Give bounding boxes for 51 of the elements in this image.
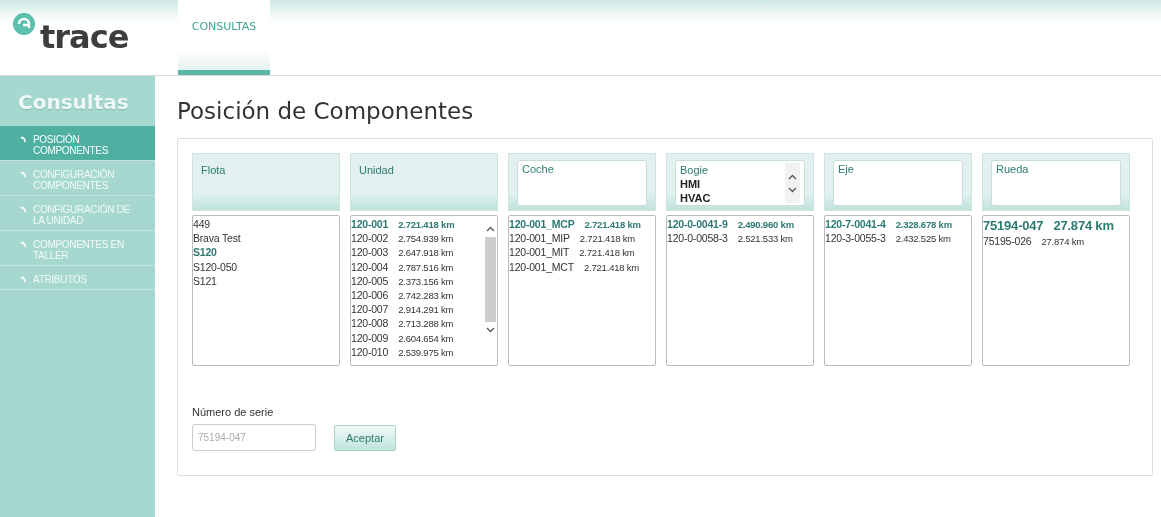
list-item[interactable]: 120-001_MIP 2.721.418 km — [509, 232, 655, 247]
list-item[interactable]: 120-001_MCT 2.721.418 km — [509, 260, 655, 275]
list-item[interactable]: S120-050 — [193, 260, 339, 275]
filter-box[interactable]: Eje — [833, 160, 963, 206]
list-item[interactable]: S121 — [193, 274, 339, 289]
list-item[interactable]: 120-7-0041-4 2.328.678 km — [825, 218, 971, 233]
list-item[interactable]: 120-3-0055-3 2.432.525 km — [825, 232, 971, 247]
scrollbar-thumb[interactable] — [484, 237, 496, 322]
list-item[interactable]: 75194-047 27.874 km — [983, 218, 1129, 235]
field-label: Número de serie — [192, 406, 275, 418]
list-item[interactable]: 120-001 2.721.418 km — [351, 218, 483, 233]
panel-label: Bogie — [680, 163, 710, 177]
hook-icon — [20, 276, 27, 283]
serial-number-field[interactable]: 75194-047 — [192, 424, 316, 451]
list-item[interactable]: 120-008 2.713.288 km — [351, 317, 483, 332]
list-item[interactable]: 120-004 2.787.516 km — [351, 260, 483, 275]
logo-icon — [12, 12, 36, 36]
panel-label: Flota — [201, 164, 226, 176]
list-item[interactable]: 120-001_MIT 2.721.418 km — [509, 246, 655, 261]
list-item[interactable]: 449 — [193, 218, 339, 233]
list-item[interactable]: 120-005 2.373.156 km — [351, 274, 483, 289]
hook-icon — [20, 206, 27, 213]
list-item[interactable]: 120-0-0041-9 2.490.960 km — [667, 218, 813, 233]
accept-button[interactable]: Aceptar — [334, 424, 396, 451]
filter-option[interactable]: HMI — [680, 177, 711, 191]
list-item[interactable]: 120-007 2.914.291 km — [351, 303, 483, 318]
sidebar-title: Consultas — [17, 90, 130, 116]
list-item[interactable]: 120-002 2.754.939 km — [351, 232, 483, 247]
hook-icon — [20, 136, 27, 143]
list-item[interactable]: 120-006 2.742.283 km — [351, 288, 483, 304]
scroll-down-icon[interactable] — [788, 186, 797, 193]
hook-icon — [20, 241, 27, 248]
brand-name: trace — [40, 18, 129, 56]
list-item[interactable]: 120-003 2.647.918 km — [351, 246, 483, 261]
scroll-up-icon[interactable] — [485, 226, 495, 232]
scroll-up-icon[interactable] — [788, 173, 797, 180]
list-item[interactable]: S120 — [193, 246, 339, 261]
page-title: Posición de Componentes — [177, 98, 475, 124]
list-item[interactable]: 120-0-0058-3 2.521.533 km — [667, 232, 813, 247]
list-item[interactable]: 120-010 2.539.975 km — [351, 345, 483, 360]
filter-box[interactable]: Rueda — [991, 160, 1121, 206]
list-item[interactable]: Brava Test — [193, 232, 339, 247]
list-item[interactable]: 75195-026 27.874 km — [983, 235, 1129, 250]
filter-option[interactable]: HVAC — [680, 191, 711, 205]
filter-box[interactable]: Coche — [517, 160, 647, 206]
list-item[interactable]: 120-009 2.604.654 km — [351, 331, 483, 346]
list-item[interactable]: 120-001_MCP 2.721.418 km — [509, 218, 655, 233]
hook-icon — [20, 171, 27, 178]
scroll-down-icon[interactable] — [485, 327, 495, 333]
panel-label: Unidad — [359, 164, 394, 176]
filter-box[interactable]: Bogie HMI HVAC — [675, 160, 805, 206]
